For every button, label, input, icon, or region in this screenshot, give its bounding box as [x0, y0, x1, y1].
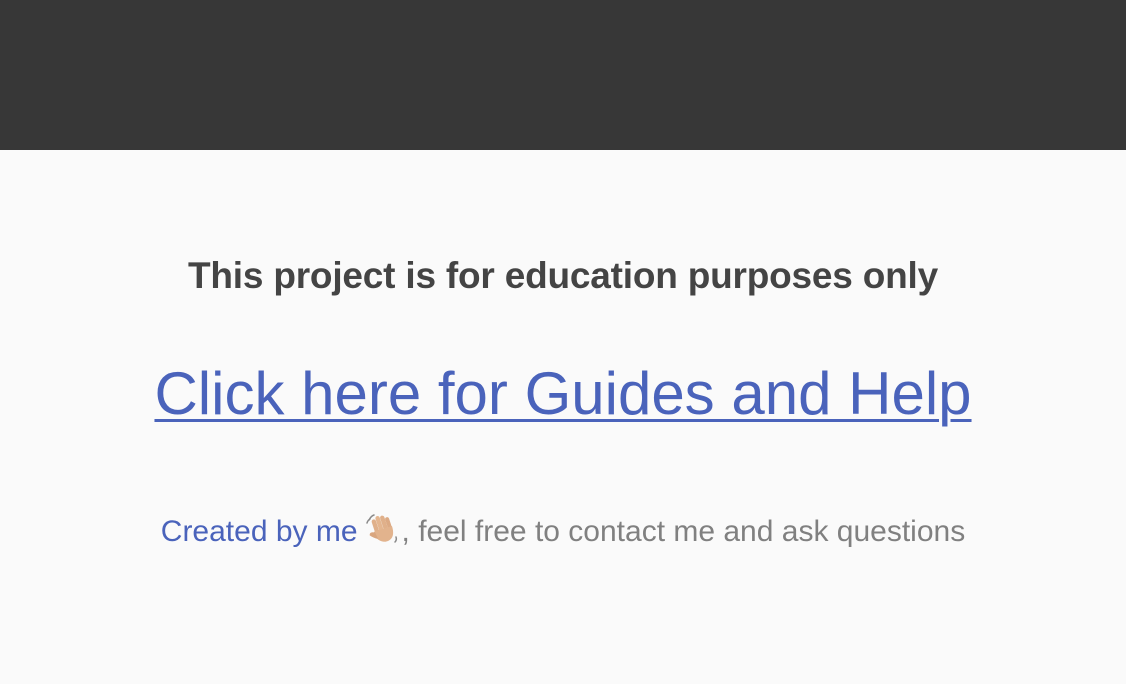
created-by-link[interactable]: Created by me	[161, 515, 358, 548]
waving-hand-icon	[365, 511, 400, 545]
top-banner	[0, 0, 1126, 150]
main-content: This project is for education purposes o…	[0, 150, 1126, 684]
guides-help-link[interactable]: Click here for Guides and Help	[0, 359, 1126, 429]
footer-line: Created by me , feel free to contact me …	[0, 511, 1126, 552]
footer-contact-text: , feel free to contact me and ask questi…	[401, 515, 966, 548]
education-notice: This project is for education purposes o…	[187, 255, 938, 296]
